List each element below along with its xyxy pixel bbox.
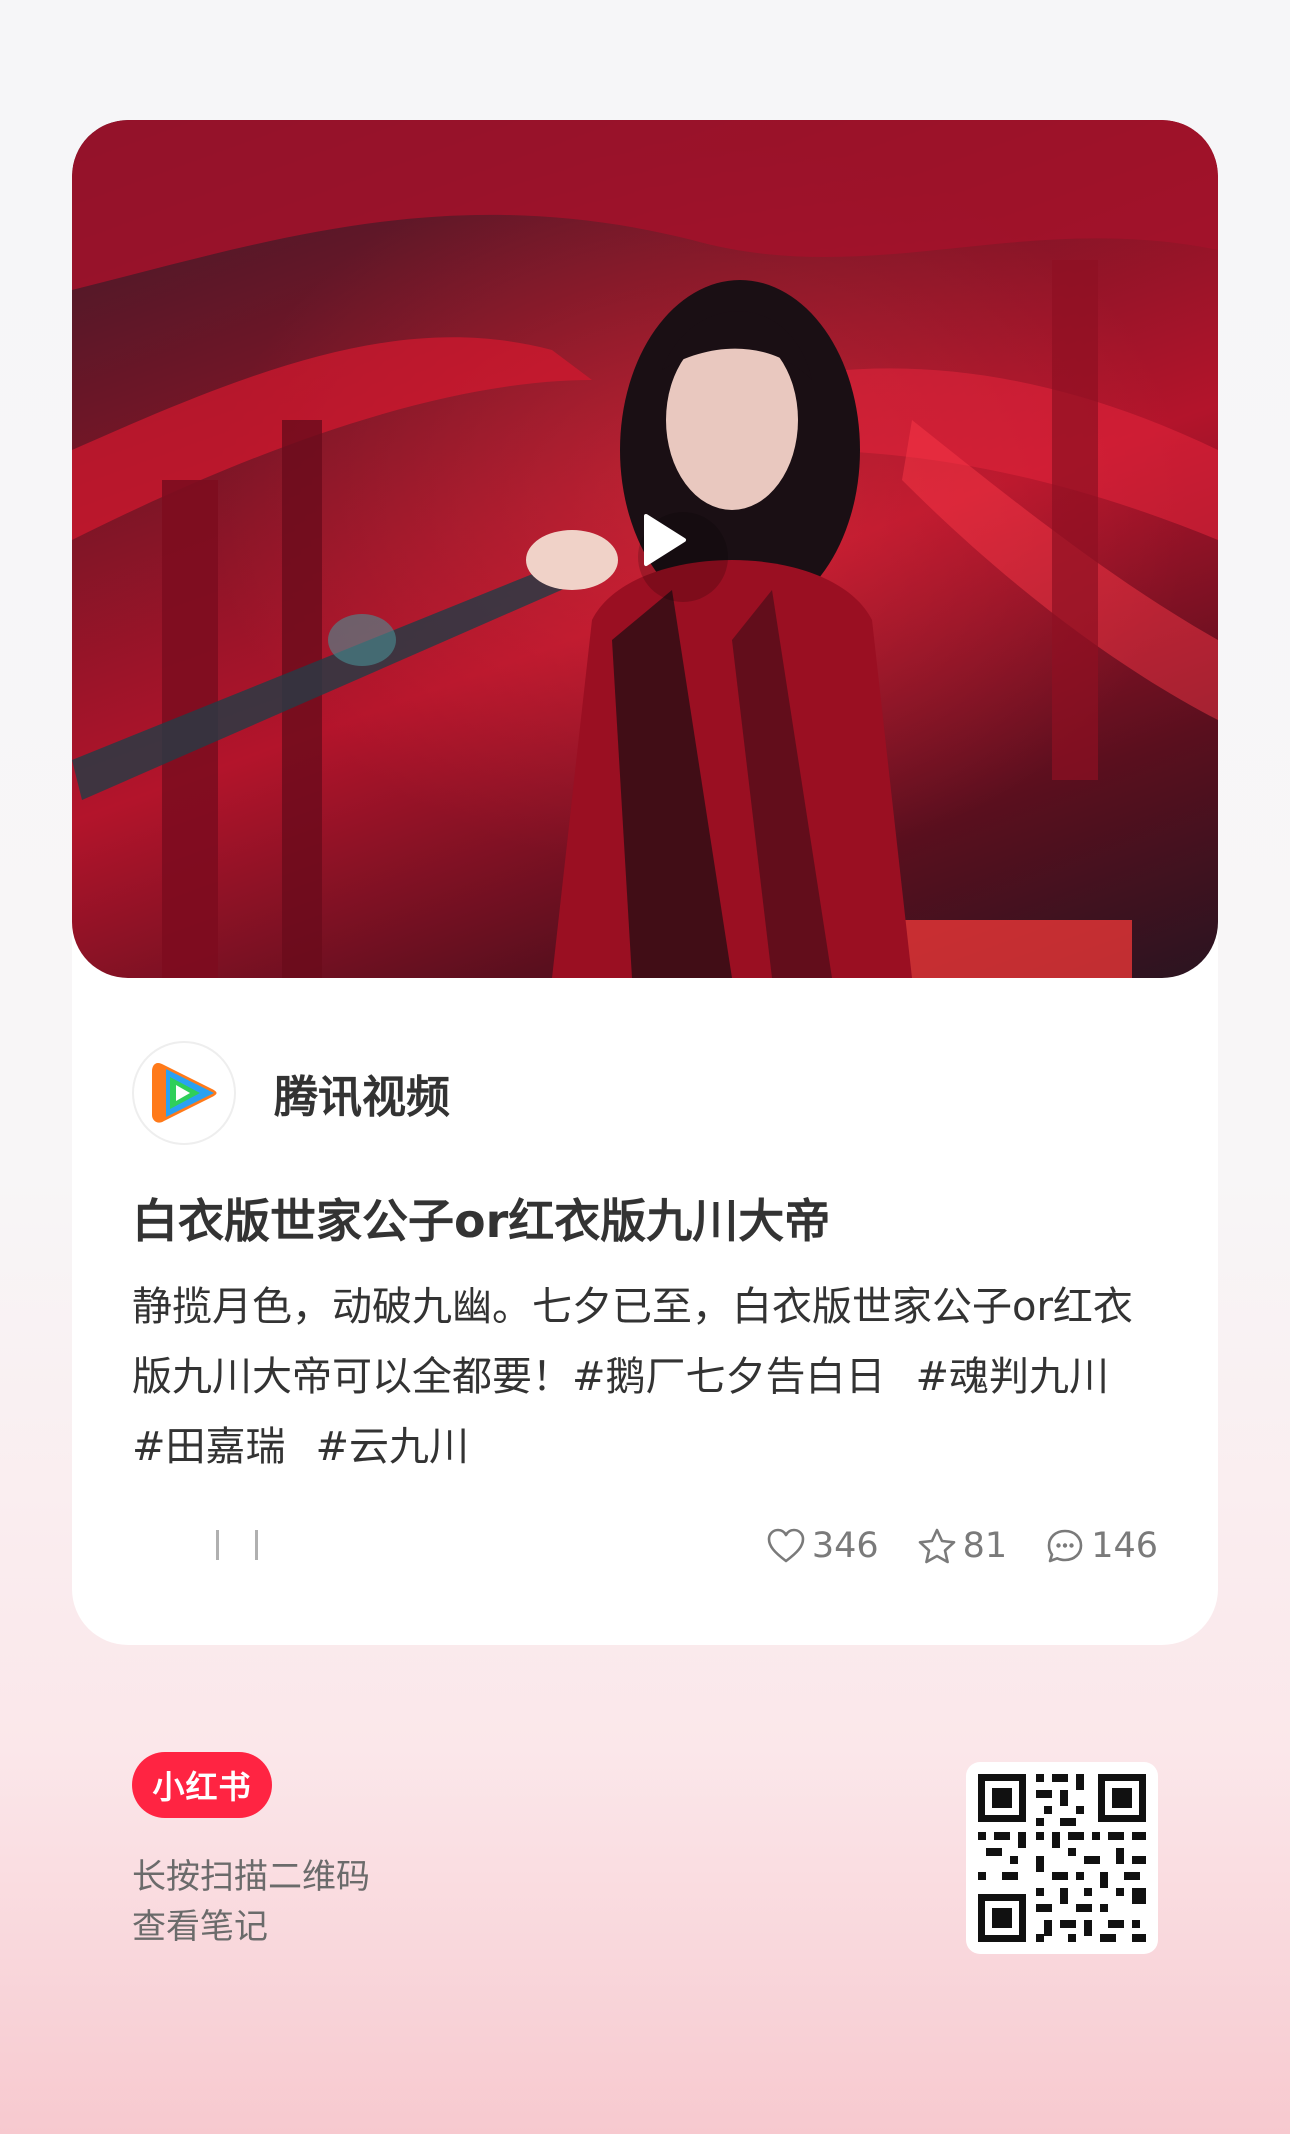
author-row[interactable]: 腾讯视频	[132, 1040, 450, 1146]
comment-button[interactable]: 146	[1045, 1526, 1158, 1566]
scan-hint: 长按扫描二维码 查看笔记	[132, 1852, 370, 1952]
like-button[interactable]: 346	[766, 1526, 879, 1566]
collect-button[interactable]: 81	[917, 1526, 1008, 1566]
xiaohongshu-logo: 小红书	[132, 1752, 272, 1818]
engagement-stats: 346 81 146	[728, 1520, 1158, 1572]
scan-hint-line1: 长按扫描二维码	[132, 1857, 370, 1897]
scan-hint-line2: 查看笔记	[132, 1907, 268, 1947]
hashtag-link[interactable]: #田嘉瑞	[132, 1424, 286, 1470]
collect-count: 81	[962, 1526, 1008, 1566]
like-count: 346	[811, 1526, 879, 1566]
comment-count: 146	[1091, 1526, 1158, 1566]
hashtag-link[interactable]: #云九川	[316, 1424, 470, 1470]
author-avatar[interactable]	[132, 1041, 236, 1145]
note-title: 白衣版世家公子or红衣版九川大帝	[132, 1194, 831, 1248]
qr-code[interactable]	[966, 1762, 1158, 1954]
qr-code-icon	[978, 1774, 1146, 1942]
heart-icon	[767, 1528, 805, 1563]
author-name[interactable]: 腾讯视频	[274, 1061, 450, 1125]
hashtag-link[interactable]: #鹅厂七夕告白日	[572, 1354, 886, 1400]
note-card[interactable]: 腾讯视频 白衣版世家公子or红衣版九川大帝 静揽月色，动破九幽。七夕已至，白衣版…	[72, 120, 1218, 1645]
tencent-video-logo-icon	[152, 1063, 217, 1123]
star-icon	[918, 1528, 955, 1564]
meta-dividers	[216, 1530, 258, 1560]
video-cover[interactable]	[72, 120, 1218, 978]
note-description: 静揽月色，动破九幽。七夕已至，白衣版世家公子or红衣版九川大帝可以全都要！#鹅厂…	[132, 1272, 1172, 1482]
play-button[interactable]	[638, 512, 728, 602]
hashtag-link[interactable]: #魂判九川	[916, 1354, 1110, 1400]
comment-icon	[1047, 1529, 1083, 1563]
divider	[216, 1530, 219, 1560]
play-icon	[644, 514, 686, 566]
divider	[255, 1530, 258, 1560]
